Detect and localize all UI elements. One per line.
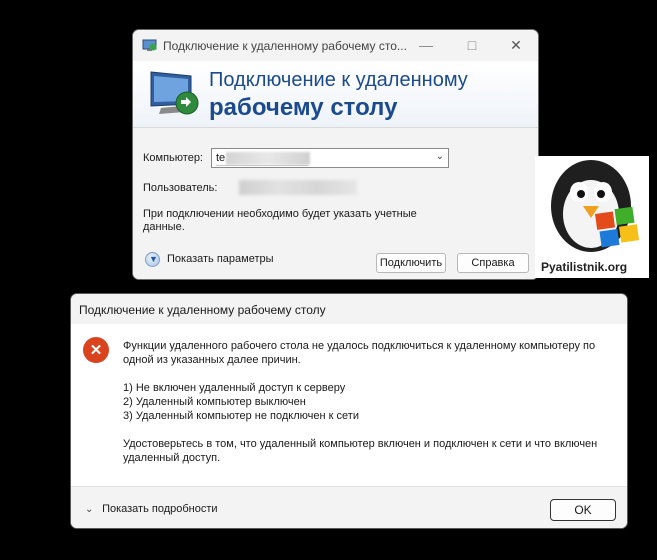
remote-desktop-monitor-icon (150, 71, 199, 115)
rdp-titlebar: Подключение к удаленному рабочему сто...… (133, 30, 538, 61)
minimize-button[interactable]: — (415, 36, 437, 54)
rdp-form: Компьютер: te ⌄ Пользователь: При подклю… (133, 127, 538, 279)
rdp-window-title: Подключение к удаленному рабочему сто... (163, 39, 407, 53)
error-advice: Удостоверьтесь в том, что удаленный комп… (123, 438, 598, 464)
show-details-toggle[interactable]: ⌄ Показать подробности (85, 503, 218, 515)
chevron-down-icon[interactable]: ⌄ (436, 151, 444, 162)
redacted-user-name (239, 180, 357, 195)
error-line-1: Функции удаленного рабочего стола не уда… (123, 340, 596, 366)
help-button[interactable]: Справка (457, 253, 529, 273)
banner-title-line2: рабочему столу (209, 94, 398, 121)
penguin-windows-logo (551, 160, 640, 252)
credentials-note: При подключении необходимо будет указать… (143, 208, 417, 233)
error-reason-2: 2) Удаленный компьютер выключен (123, 396, 306, 408)
error-message: Функции удаленного рабочего стола не уда… (123, 339, 603, 465)
show-details-label[interactable]: Показать подробности (102, 503, 217, 515)
error-titlebar: Подключение к удаленному рабочему столу (71, 294, 627, 324)
logo-brand-text: Pyatilistnik.org (541, 260, 628, 274)
error-reason-3: 3) Удаленный компьютер не подключен к се… (123, 410, 359, 422)
computer-label: Компьютер: (143, 152, 203, 164)
redacted-computer-name (226, 152, 310, 165)
close-button[interactable]: ✕ (505, 36, 527, 54)
error-dialog-title: Подключение к удаленному рабочему столу (79, 303, 326, 317)
error-reason-1: 1) Не включен удаленный доступ к серверу (123, 382, 346, 394)
computer-combobox[interactable]: te ⌄ (211, 148, 449, 168)
combo-text-underline (216, 165, 308, 166)
connect-button[interactable]: Подключить (376, 253, 446, 273)
rdp-app-icon (142, 39, 157, 51)
error-dialog: Подключение к удаленному рабочему столу … (70, 293, 628, 529)
show-options-label[interactable]: Показать параметры (167, 253, 274, 265)
user-label: Пользователь: (143, 182, 218, 194)
chevron-down-icon[interactable]: ⌄ (85, 504, 99, 515)
site-logo: Pyatilistnik.org (535, 156, 649, 278)
error-icon: ✕ (83, 337, 109, 363)
rdp-window: Подключение к удаленному рабочему сто...… (132, 29, 539, 280)
ok-button[interactable]: OK (550, 499, 616, 521)
expand-circle-icon[interactable]: ▼ (145, 252, 160, 267)
banner-title-line1: Подключение к удаленному (209, 69, 468, 91)
computer-value: te (216, 152, 226, 164)
maximize-button[interactable]: □ (461, 36, 483, 54)
